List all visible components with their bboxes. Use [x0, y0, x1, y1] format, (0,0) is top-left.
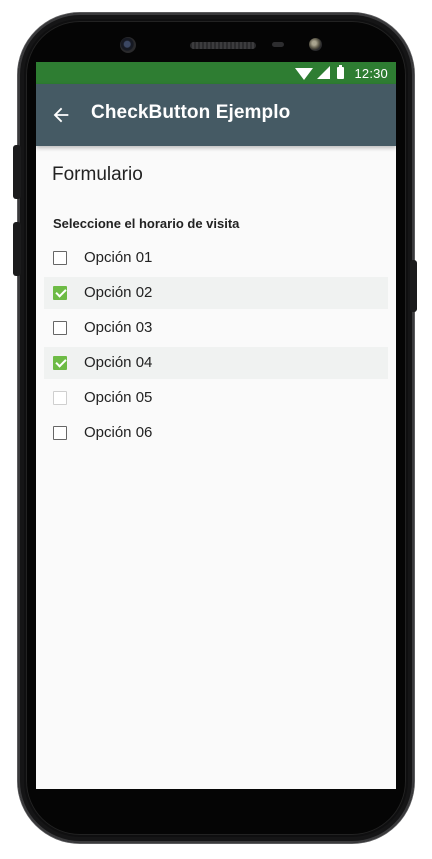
option-label-6: Opción 06 — [84, 424, 153, 441]
checkbox-2[interactable] — [53, 286, 67, 300]
app-title: CheckButton Ejemplo — [91, 102, 291, 123]
arrow-back-icon[interactable] — [50, 104, 72, 126]
option-label-5: Opción 05 — [84, 389, 153, 406]
wifi-icon — [295, 68, 314, 80]
option-label-3: Opción 03 — [84, 319, 153, 336]
option-row-2[interactable]: Opción 02 — [44, 277, 388, 309]
option-row-1[interactable]: Opción 01 — [44, 242, 388, 274]
option-label-2: Opción 02 — [84, 284, 153, 301]
checkbox-4[interactable] — [53, 356, 67, 370]
checkbox-6[interactable] — [53, 426, 67, 440]
power-button — [410, 260, 417, 312]
app-bar: CheckButton Ejemplo — [36, 84, 396, 146]
proximity-sensor — [272, 42, 284, 47]
earpiece-speaker — [190, 42, 256, 49]
option-row-5: Opción 05 — [44, 382, 388, 414]
option-label-1: Opción 01 — [84, 249, 153, 266]
volume-down-button — [13, 222, 21, 276]
status-time: 12:30 — [354, 65, 388, 81]
status-icons: 12:30 — [295, 62, 388, 84]
status-bar: 12:30 — [36, 62, 396, 84]
option-row-4[interactable]: Opción 04 — [44, 347, 388, 379]
checkbox-5-disabled — [53, 391, 67, 405]
option-label-4: Opción 04 — [84, 354, 153, 371]
form-subheading: Seleccione el horario de visita — [53, 216, 240, 231]
checkbox-1[interactable] — [53, 251, 67, 265]
screen: 12:30 CheckButton Ejemplo Formulario Sel… — [36, 62, 396, 789]
checkbox-3[interactable] — [53, 321, 67, 335]
option-row-6[interactable]: Opción 06 — [44, 417, 388, 449]
option-row-3[interactable]: Opción 03 — [44, 312, 388, 344]
flash-sensor — [309, 38, 322, 51]
battery-icon — [337, 65, 345, 79]
form-heading: Formulario — [52, 164, 143, 185]
signal-icon — [317, 66, 331, 79]
front-camera — [120, 37, 136, 53]
options-list: Opción 01 Opción 02 Opción 03 Opción 04 … — [44, 242, 388, 452]
volume-up-button — [13, 145, 21, 199]
